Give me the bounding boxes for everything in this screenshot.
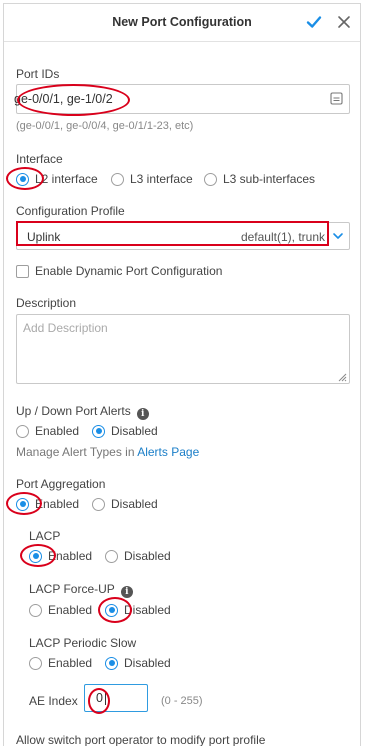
radio-button[interactable] xyxy=(16,424,29,438)
ae-index-range: (0 - 255) xyxy=(161,695,203,707)
description-placeholder: Add Description xyxy=(23,321,108,335)
interface-l2-option[interactable]: L2 interface xyxy=(16,172,98,186)
radio-button[interactable] xyxy=(16,497,29,511)
ae-index-label: AE Index xyxy=(29,694,78,708)
radio-button[interactable] xyxy=(105,656,118,670)
config-profile-detail: default(1), trunk xyxy=(240,230,325,244)
save-check-icon[interactable] xyxy=(304,12,324,32)
description-label: Description xyxy=(16,296,77,310)
lacp-periodic-slow-label: LACP Periodic Slow xyxy=(29,636,137,650)
panel-header: New Port Configuration xyxy=(4,4,360,42)
radio-button[interactable] xyxy=(204,172,217,186)
port-config-panel: New Port Configuration Port IDs ge-0/0/1… xyxy=(3,3,361,746)
alerts-disabled-option[interactable]: Disabled xyxy=(92,424,158,438)
aggregation-enabled-option[interactable]: Enabled xyxy=(16,497,79,511)
port-ids-value: ge-0/0/1, ge-1/0/2 xyxy=(14,92,113,106)
radio-button[interactable] xyxy=(111,172,124,186)
port-aggregation-label: Port Aggregation xyxy=(16,477,106,491)
radio-button[interactable] xyxy=(29,549,42,563)
info-icon[interactable]: i xyxy=(120,586,133,598)
radio-button[interactable] xyxy=(105,549,118,563)
lacp-force-up-label: LACP Force-UP i xyxy=(29,582,133,598)
config-profile-value: Uplink xyxy=(27,230,61,244)
text-cursor xyxy=(105,691,106,705)
periodic-slow-enabled-option[interactable]: Enabled xyxy=(29,656,92,670)
config-profile-select[interactable]: Uplink default(1), trunk xyxy=(16,222,350,250)
alerts-enabled-option[interactable]: Enabled xyxy=(16,424,79,438)
info-icon[interactable]: i xyxy=(136,408,149,420)
port-ids-hint: (ge-0/0/1, ge-0/0/4, ge-0/1/1-23, etc) xyxy=(16,120,194,132)
radio-button[interactable] xyxy=(92,424,105,438)
interface-l3-sub-option[interactable]: L3 sub-interfaces xyxy=(204,172,315,186)
radio-button[interactable] xyxy=(105,603,118,617)
close-icon[interactable] xyxy=(334,12,354,32)
operator-modify-text: Allow switch port operator to modify por… xyxy=(16,733,266,746)
radio-button[interactable] xyxy=(29,656,42,670)
manage-alerts-text: Manage Alert Types in Alerts Page xyxy=(16,445,200,459)
ae-index-value: 0 xyxy=(96,691,103,705)
force-up-disabled-option[interactable]: Disabled xyxy=(105,603,171,617)
lacp-disabled-option[interactable]: Disabled xyxy=(105,549,171,563)
alerts-page-link[interactable]: Alerts Page xyxy=(137,445,199,459)
port-ids-label: Port IDs xyxy=(16,67,60,81)
radio-button[interactable] xyxy=(29,603,42,617)
port-alerts-label: Up / Down Port Alerts i xyxy=(16,404,149,420)
interface-label: Interface xyxy=(16,152,63,166)
radio-button[interactable] xyxy=(92,497,105,511)
dynamic-port-label: Enable Dynamic Port Configuration xyxy=(35,264,223,278)
periodic-slow-disabled-option[interactable]: Disabled xyxy=(105,656,171,670)
ae-index-input[interactable] xyxy=(84,684,148,712)
radio-button[interactable] xyxy=(16,172,29,186)
config-profile-label: Configuration Profile xyxy=(16,204,125,218)
list-picker-icon[interactable] xyxy=(330,92,343,105)
lacp-label: LACP xyxy=(29,529,61,543)
resize-handle-icon[interactable] xyxy=(337,371,347,382)
force-up-enabled-option[interactable]: Enabled xyxy=(29,603,92,617)
dynamic-port-checkbox[interactable] xyxy=(16,265,29,278)
chevron-down-icon xyxy=(332,230,344,242)
aggregation-disabled-option[interactable]: Disabled xyxy=(92,497,158,511)
interface-l3-option[interactable]: L3 interface xyxy=(111,172,193,186)
description-textarea[interactable]: Add Description xyxy=(16,314,350,384)
lacp-enabled-option[interactable]: Enabled xyxy=(29,549,92,563)
